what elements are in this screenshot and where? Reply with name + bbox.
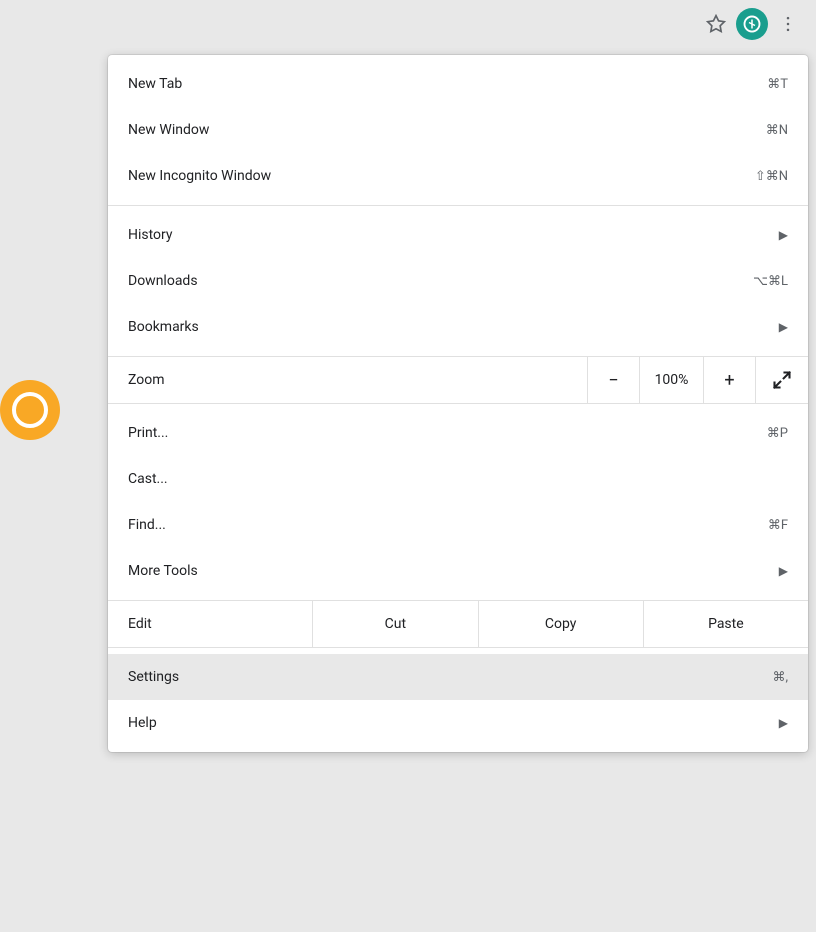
menu-section-nav: History ▶ Downloads ⌥⌘L Bookmarks ▶ bbox=[108, 206, 808, 356]
zoom-minus-icon: − bbox=[608, 370, 618, 391]
print-label: Print... bbox=[128, 425, 168, 441]
help-label: Help bbox=[128, 715, 157, 731]
menu-item-new-window[interactable]: New Window ⌘N bbox=[108, 107, 808, 153]
find-shortcut: ⌘F bbox=[768, 518, 788, 533]
paste-button[interactable]: Paste bbox=[644, 601, 808, 647]
menu-section-settings: Settings ⌘, Help ▶ bbox=[108, 648, 808, 752]
new-tab-shortcut: ⌘T bbox=[767, 77, 788, 92]
new-tab-label: New Tab bbox=[128, 76, 182, 92]
copy-label: Copy bbox=[545, 616, 577, 632]
new-incognito-shortcut: ⇧⌘N bbox=[755, 169, 788, 184]
chrome-menu: New Tab ⌘T New Window ⌘N New Incognito W… bbox=[108, 55, 808, 752]
menu-item-history[interactable]: History ▶ bbox=[108, 212, 808, 258]
menu-item-print[interactable]: Print... ⌘P bbox=[108, 410, 808, 456]
zoom-label[interactable]: Zoom bbox=[108, 357, 588, 403]
menu-item-bookmarks[interactable]: Bookmarks ▶ bbox=[108, 304, 808, 350]
menu-item-new-incognito[interactable]: New Incognito Window ⇧⌘N bbox=[108, 153, 808, 199]
history-arrow: ▶ bbox=[779, 228, 788, 242]
edit-label: Edit bbox=[108, 601, 313, 647]
copy-button[interactable]: Copy bbox=[479, 601, 644, 647]
zoom-plus-icon: + bbox=[724, 370, 734, 391]
zoom-minus-button[interactable]: − bbox=[588, 357, 640, 403]
paste-label: Paste bbox=[708, 616, 744, 632]
menu-section-windows: New Tab ⌘T New Window ⌘N New Incognito W… bbox=[108, 55, 808, 205]
zoom-fullscreen-button[interactable] bbox=[756, 357, 808, 403]
menu-item-downloads[interactable]: Downloads ⌥⌘L bbox=[108, 258, 808, 304]
find-label: Find... bbox=[128, 517, 166, 533]
bookmarks-arrow: ▶ bbox=[779, 320, 788, 334]
new-window-label: New Window bbox=[128, 122, 209, 138]
menu-item-help[interactable]: Help ▶ bbox=[108, 700, 808, 746]
menu-section-tools: Print... ⌘P Cast... Find... ⌘F More Tool… bbox=[108, 404, 808, 600]
history-label: History bbox=[128, 227, 173, 243]
zoom-text: Zoom bbox=[128, 372, 165, 388]
bookmarks-label: Bookmarks bbox=[128, 319, 199, 335]
yellow-circle-inner bbox=[12, 392, 48, 428]
downloads-label: Downloads bbox=[128, 273, 198, 289]
settings-label: Settings bbox=[128, 669, 179, 685]
downloads-shortcut: ⌥⌘L bbox=[753, 274, 788, 289]
help-arrow: ▶ bbox=[779, 716, 788, 730]
menu-item-new-tab[interactable]: New Tab ⌘T bbox=[108, 61, 808, 107]
menu-item-find[interactable]: Find... ⌘F bbox=[108, 502, 808, 548]
cut-label: Cut bbox=[385, 616, 406, 632]
edit-text: Edit bbox=[128, 616, 152, 632]
extension-icon-button[interactable] bbox=[736, 8, 768, 40]
cast-label: Cast... bbox=[128, 471, 168, 487]
print-shortcut: ⌘P bbox=[767, 426, 788, 441]
browser-toolbar bbox=[688, 0, 816, 48]
yellow-circle-decoration bbox=[0, 380, 60, 440]
new-incognito-label: New Incognito Window bbox=[128, 168, 271, 184]
more-options-button[interactable] bbox=[772, 8, 804, 40]
zoom-controls: − 100% + bbox=[588, 357, 808, 403]
new-window-shortcut: ⌘N bbox=[766, 123, 788, 138]
settings-shortcut: ⌘, bbox=[772, 670, 788, 685]
menu-item-more-tools[interactable]: More Tools ▶ bbox=[108, 548, 808, 594]
edit-row: Edit Cut Copy Paste bbox=[108, 601, 808, 647]
zoom-plus-button[interactable]: + bbox=[704, 357, 756, 403]
more-tools-label: More Tools bbox=[128, 563, 198, 579]
more-tools-arrow: ▶ bbox=[779, 564, 788, 578]
zoom-percent: 100% bbox=[655, 372, 689, 388]
zoom-value-display[interactable]: 100% bbox=[640, 357, 704, 403]
star-button[interactable] bbox=[700, 8, 732, 40]
menu-item-settings[interactable]: Settings ⌘, bbox=[108, 654, 808, 700]
menu-item-cast[interactable]: Cast... bbox=[108, 456, 808, 502]
zoom-row: Zoom − 100% + bbox=[108, 357, 808, 403]
cut-button[interactable]: Cut bbox=[313, 601, 478, 647]
